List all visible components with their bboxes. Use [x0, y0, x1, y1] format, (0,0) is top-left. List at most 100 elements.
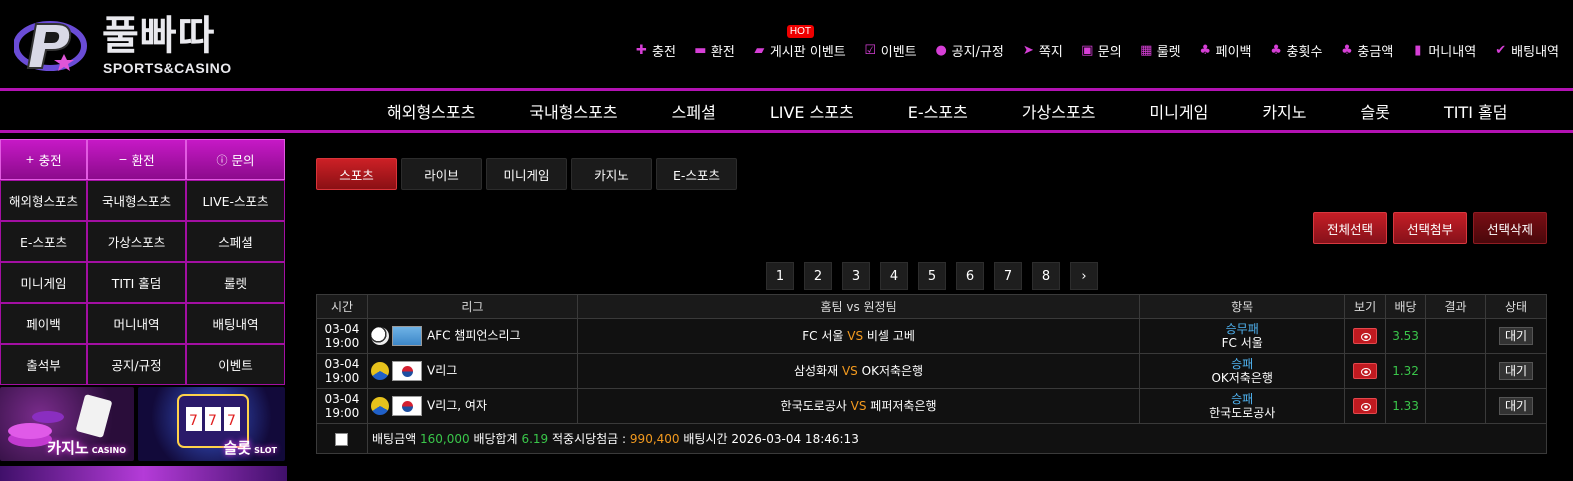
row-market: 승패 한국도로공사 [1139, 388, 1346, 424]
casino-banner[interactable]: 카지노 CASINO [0, 387, 134, 461]
row-result [1425, 388, 1487, 424]
page-button[interactable]: 6 [956, 262, 984, 290]
sidebar-item-attendance[interactable]: 출석부 [0, 344, 87, 385]
category-tabs: 스포츠 라이브 미니게임 카지노 E-스포츠 [316, 158, 737, 190]
page-button[interactable]: 4 [880, 262, 908, 290]
sidebar-exchange-button[interactable]: − 환전 [87, 139, 186, 180]
logo-brand: 풀빠따 [102, 13, 216, 59]
volleyball-icon [370, 362, 389, 380]
logo[interactable]: 풀빠따 SPORTS&CASINO [14, 12, 244, 78]
page-button[interactable]: 7 [994, 262, 1022, 290]
row-teams: 한국도로공사 VS 페퍼저축은행 [576, 388, 1141, 424]
row-league: AFC 챔피언스리그 [366, 318, 578, 354]
menu-overseas-sports[interactable]: 해외형스포츠 [360, 99, 502, 123]
col-time: 시간 [316, 294, 368, 319]
topnav-charge-count[interactable]: ♣ 충횟수 [1270, 41, 1322, 60]
sidebar-item-domestic-sports[interactable]: 국내형스포츠 [87, 180, 186, 221]
sidebar-item-roulette[interactable]: 룰렛 [186, 262, 285, 303]
svg-text:7: 7 [227, 413, 236, 429]
sidebar-item-virtual-sports[interactable]: 가상스포츠 [87, 221, 186, 262]
top-nav: ✚ 충전 ▬ 환전 HOT ▰ 게시판 이벤트 ☑ 이벤트 ● 공지/규정 ➤ 쪽지 ▣ 문의 … [617, 24, 1559, 60]
eye-icon[interactable] [1353, 363, 1378, 379]
status-badge: 대기 [1498, 362, 1534, 380]
sidebar-item-bet-history[interactable]: 배팅내역 [186, 303, 285, 344]
sidebar-item-live-sports[interactable]: LIVE-스포츠 [186, 180, 285, 221]
sidebar-inquiry-button[interactable]: ⓘ 문의 [186, 139, 285, 180]
page-button[interactable]: 8 [1032, 262, 1060, 290]
sidebar-charge-button[interactable]: + 충전 [0, 139, 87, 180]
menu-virtual-sports[interactable]: 가상스포츠 [995, 99, 1123, 123]
col-teams: 홈팀 vs 원정팀 [576, 294, 1141, 319]
korea-flag-icon [391, 361, 422, 381]
eye-icon[interactable] [1353, 398, 1378, 414]
page-button[interactable]: 5 [918, 262, 946, 290]
topnav-bet-history[interactable]: ✔ 배팅내역 [1494, 41, 1559, 60]
menu-domestic-sports[interactable]: 국내형스포츠 [502, 99, 644, 123]
eye-icon[interactable] [1353, 328, 1378, 344]
sidebar-item-titi-holdem[interactable]: TITI 홀덤 [87, 262, 186, 303]
col-status: 상태 [1485, 294, 1547, 319]
sidebar: + 충전 − 환전 ⓘ 문의 해외형스포츠 국내형스포츠 LIVE-스포츠 E-스포츠… [0, 139, 287, 481]
col-odds: 배당 [1385, 294, 1427, 319]
topnav-notice[interactable]: ● 공지/규정 [935, 41, 1003, 60]
sidebar-item-special[interactable]: 스페셜 [186, 221, 285, 262]
slot-banner[interactable]: 777 슬롯 SLOT [138, 387, 285, 461]
tab-casino[interactable]: 카지노 [571, 158, 652, 190]
sidebar-item-payback[interactable]: 페이백 [0, 303, 87, 344]
menu-titi-holdem[interactable]: TITI 홀덤 [1417, 99, 1535, 123]
korea-flag-icon [391, 396, 422, 416]
edit-icon: ▣ [1081, 42, 1094, 58]
row-teams: FC 서울 VS 비셀 고베 [576, 318, 1141, 354]
sidebar-item-esports[interactable]: E-스포츠 [0, 221, 87, 262]
page-button[interactable]: 3 [842, 262, 870, 290]
topnav-board-event[interactable]: HOT ▰ 게시판 이벤트 [753, 24, 846, 60]
minus-icon: ▬ [694, 42, 707, 58]
topnav-inquiry[interactable]: ▣ 문의 [1081, 41, 1122, 60]
next-page-button[interactable]: › [1070, 262, 1098, 290]
menu-special[interactable]: 스페셜 [645, 99, 743, 123]
sidebar-item-overseas-sports[interactable]: 해외형스포츠 [0, 180, 87, 221]
hot-badge: HOT [786, 24, 814, 38]
menu-esports[interactable]: E-스포츠 [881, 99, 995, 123]
sidebar-item-money-history[interactable]: 머니내역 [87, 303, 186, 344]
topnav-money-history[interactable]: ▮ 머니내역 [1411, 41, 1476, 60]
row-datetime: 03-04 19:00 [316, 388, 368, 424]
page-button[interactable]: 1 [766, 262, 794, 290]
menu-casino[interactable]: 카지노 [1235, 99, 1333, 123]
calendar-icon: ☑ [864, 42, 877, 58]
logo-p-icon [14, 21, 87, 71]
tab-sports[interactable]: 스포츠 [316, 158, 397, 190]
holdem-banner[interactable] [0, 466, 287, 481]
topnav-payback[interactable]: ♣ 페이백 [1199, 41, 1251, 60]
row-league: V리그 [366, 353, 578, 389]
sidebar-item-minigame[interactable]: 미니게임 [0, 262, 87, 303]
tab-minigame[interactable]: 미니게임 [486, 158, 567, 190]
row-result [1425, 353, 1487, 389]
tab-esports[interactable]: E-스포츠 [656, 158, 737, 190]
row-league: V리그, 여자 [366, 388, 578, 424]
chevron-right-icon: › [1081, 268, 1087, 284]
tab-live[interactable]: 라이브 [401, 158, 482, 190]
menu-minigame[interactable]: 미니게임 [1122, 99, 1235, 123]
topnav-exchange[interactable]: ▬ 환전 [694, 41, 735, 60]
attach-selected-button[interactable]: 선택첨부 [1392, 212, 1467, 244]
select-all-button[interactable]: 전체선택 [1312, 212, 1387, 244]
topnav-event[interactable]: ☑ 이벤트 [864, 41, 916, 60]
topnav-charge[interactable]: ✚ 충전 [635, 41, 676, 60]
svg-text:7: 7 [189, 413, 198, 429]
select-checkbox[interactable] [335, 432, 349, 446]
gift-icon: ▦ [1140, 42, 1153, 58]
col-league: 리그 [366, 294, 578, 319]
menu-slot[interactable]: 슬롯 [1333, 99, 1416, 123]
topnav-roulette[interactable]: ▦ 룰렛 [1140, 41, 1181, 60]
menu-live-sports[interactable]: LIVE 스포츠 [743, 99, 881, 123]
page-button[interactable]: 2 [804, 262, 832, 290]
row-view [1344, 318, 1387, 354]
table-row: 03-04 19:00 AFC 챔피언스리그 FC 서울 VS 비셀 고베 승무패… [316, 318, 1547, 354]
topnav-message[interactable]: ➤ 쪽지 [1022, 41, 1063, 60]
sidebar-item-event[interactable]: 이벤트 [186, 344, 285, 385]
plus-icon: ✚ [636, 42, 647, 58]
delete-selected-button[interactable]: 선택삭제 [1472, 212, 1547, 244]
sidebar-item-notice[interactable]: 공지/규정 [87, 344, 186, 385]
topnav-charge-amount[interactable]: ♣ 충금액 [1340, 41, 1393, 60]
